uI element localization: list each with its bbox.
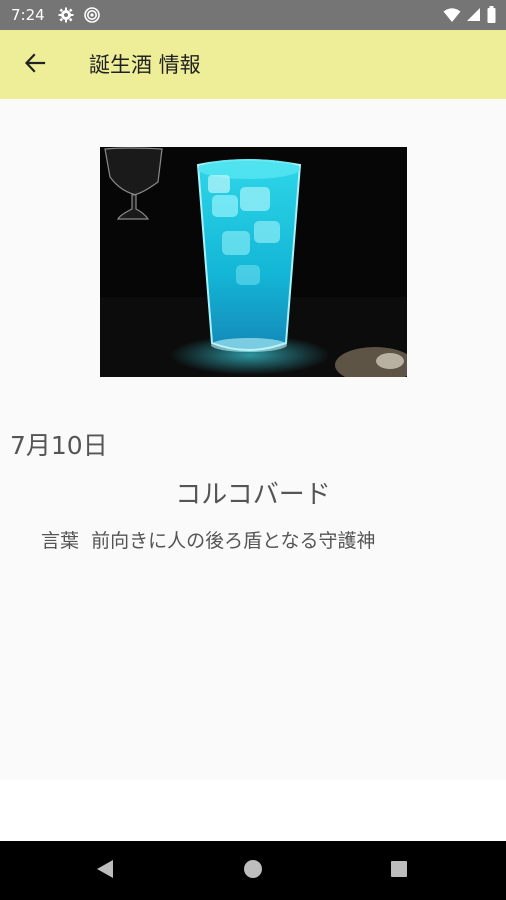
wifi-icon (443, 8, 461, 24)
settings-gear-icon (58, 7, 74, 23)
nav-home-button[interactable] (235, 853, 271, 889)
meaning-row: 言葉 前向きに人の後ろ盾となる守護神 (41, 527, 376, 555)
location-target-icon (84, 7, 100, 23)
nav-back-button[interactable] (87, 853, 123, 889)
status-bar: 7:24 (0, 0, 506, 30)
back-triangle-icon (96, 859, 114, 883)
cocktail-photo (100, 147, 407, 377)
birthday-date: 7月10日 (10, 431, 108, 460)
app-bar: 誕生酒 情報 (0, 30, 506, 99)
battery-icon (487, 6, 503, 23)
meaning-text: 前向きに人の後ろ盾となる守護神 (91, 530, 376, 552)
bottom-blank-area (0, 780, 506, 841)
cellular-signal-icon (466, 7, 482, 23)
page-title: 誕生酒 情報 (89, 53, 201, 77)
nav-recents-button[interactable] (381, 853, 417, 889)
status-time: 7:24 (11, 6, 45, 24)
back-button[interactable] (14, 44, 56, 86)
system-nav-bar (0, 841, 506, 900)
cocktail-name: コルコバード (175, 480, 331, 510)
arrow-back-icon (24, 52, 46, 78)
meaning-spacer (79, 530, 91, 552)
content-area: 7月10日 コルコバード 言葉 前向きに人の後ろ盾となる守護神 (0, 99, 506, 780)
meaning-label: 言葉 (41, 530, 80, 552)
home-circle-icon (243, 859, 263, 883)
recents-square-icon (390, 860, 408, 882)
